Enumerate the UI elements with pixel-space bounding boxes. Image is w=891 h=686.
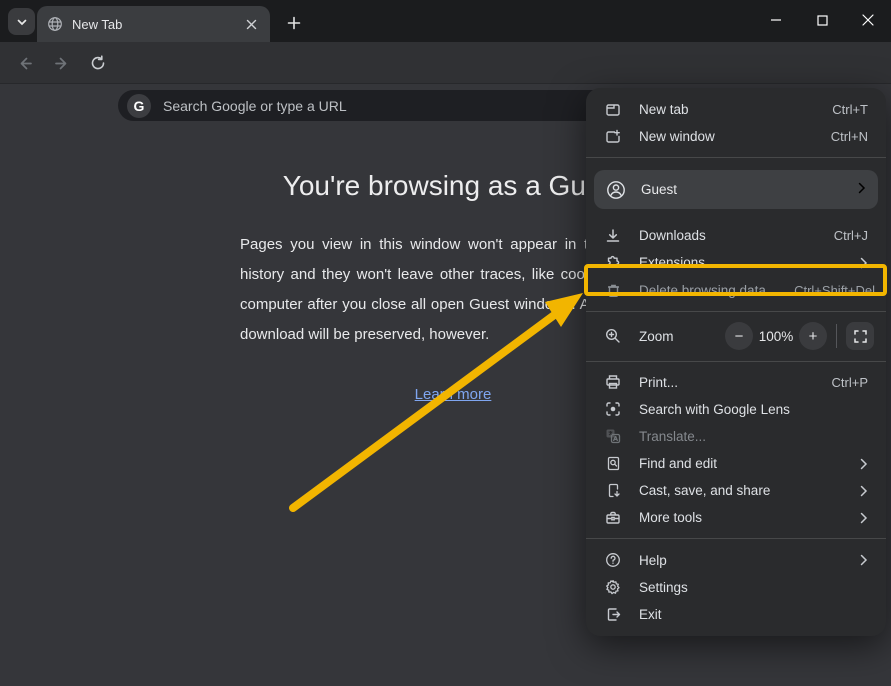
close-button[interactable]	[845, 0, 891, 40]
gear-icon	[604, 578, 622, 596]
globe-icon	[47, 16, 63, 32]
new-window-icon	[604, 128, 622, 146]
chevron-right-icon	[859, 554, 868, 566]
menu-item-print[interactable]: Print... Ctrl+P	[586, 369, 886, 396]
minimize-button[interactable]	[753, 0, 799, 40]
chevron-right-icon	[859, 485, 868, 497]
menu-item-guest-profile[interactable]: Guest	[594, 170, 878, 209]
chevron-right-icon	[859, 458, 868, 470]
menu-item-extensions[interactable]: Extensions	[586, 249, 886, 276]
tab-new-tab[interactable]: New Tab	[37, 6, 270, 42]
back-button[interactable]	[10, 49, 38, 77]
menu-item-search-with-google-lens[interactable]: Search with Google Lens	[586, 396, 886, 423]
printer-icon	[604, 373, 622, 391]
find-in-page-icon	[604, 455, 622, 473]
forward-icon	[54, 55, 71, 72]
menu-item-new-window[interactable]: New window Ctrl+N	[586, 123, 886, 150]
toolbar: G Guest	[0, 42, 891, 84]
chevron-right-icon	[859, 512, 868, 524]
menu-item-new-tab[interactable]: New tab Ctrl+T	[586, 96, 886, 123]
vertical-divider	[836, 324, 837, 348]
close-icon	[862, 14, 874, 26]
menu-item-help[interactable]: Help	[586, 546, 886, 573]
menu-item-more-tools[interactable]: More tools	[586, 504, 886, 531]
cast-save-share-icon	[604, 482, 622, 500]
menu-divider	[586, 361, 886, 362]
exit-icon	[604, 605, 622, 623]
menu-item-settings[interactable]: Settings	[586, 574, 886, 601]
zoom-in-button[interactable]: +	[799, 322, 827, 350]
plus-icon	[287, 16, 301, 30]
menu-divider	[586, 157, 886, 158]
translate-icon	[604, 427, 622, 445]
menu-item-cast-save-share[interactable]: Cast, save, and share	[586, 477, 886, 504]
menu-item-find-and-edit[interactable]: Find and edit	[586, 450, 886, 477]
menu-item-downloads[interactable]: Downloads Ctrl+J	[586, 222, 886, 249]
window-controls	[753, 0, 891, 40]
forward-button[interactable]	[48, 49, 76, 77]
help-icon	[604, 551, 622, 569]
zoom-magnifier-icon	[604, 327, 622, 345]
extensions-puzzle-icon	[604, 254, 622, 272]
menu-item-translate: Translate...	[586, 423, 886, 450]
browser-menu: New tab Ctrl+T New window Ctrl+N Guest D…	[586, 88, 886, 636]
chevron-down-icon	[16, 16, 28, 28]
maximize-button[interactable]	[799, 0, 845, 40]
menu-divider	[586, 538, 886, 539]
chevron-right-icon	[859, 257, 868, 269]
tab-close-icon[interactable]	[242, 15, 260, 33]
reload-icon	[90, 55, 106, 71]
tab-search-button[interactable]	[8, 8, 35, 35]
browser-window: New Tab	[0, 0, 891, 686]
minimize-icon	[770, 14, 782, 26]
titlebar: New Tab	[0, 0, 891, 42]
chevron-right-icon	[857, 181, 866, 199]
reload-button[interactable]	[84, 49, 112, 77]
new-tab-button[interactable]	[280, 9, 308, 37]
maximize-icon	[817, 15, 828, 26]
menu-spacer	[586, 214, 886, 222]
google-g-icon: G	[127, 94, 151, 118]
back-icon	[16, 55, 33, 72]
menu-item-exit[interactable]: Exit	[586, 601, 886, 628]
new-tab-icon	[604, 101, 622, 119]
fullscreen-icon	[854, 330, 867, 343]
download-icon	[604, 227, 622, 245]
menu-item-delete-browsing-data[interactable]: Delete browsing data... Ctrl+Shift+Del	[586, 276, 886, 303]
zoom-out-button[interactable]: −	[725, 322, 753, 350]
google-lens-icon	[604, 400, 622, 418]
trash-icon	[604, 281, 622, 299]
menu-item-zoom: Zoom − 100% +	[586, 319, 886, 354]
toolbox-icon	[604, 509, 622, 527]
zoom-level: 100%	[753, 329, 799, 344]
tab-title: New Tab	[72, 17, 233, 32]
guest-avatar-icon	[606, 180, 626, 200]
menu-divider	[586, 311, 886, 312]
learn-more-link[interactable]: Learn more	[415, 386, 492, 403]
fullscreen-button[interactable]	[846, 322, 874, 350]
